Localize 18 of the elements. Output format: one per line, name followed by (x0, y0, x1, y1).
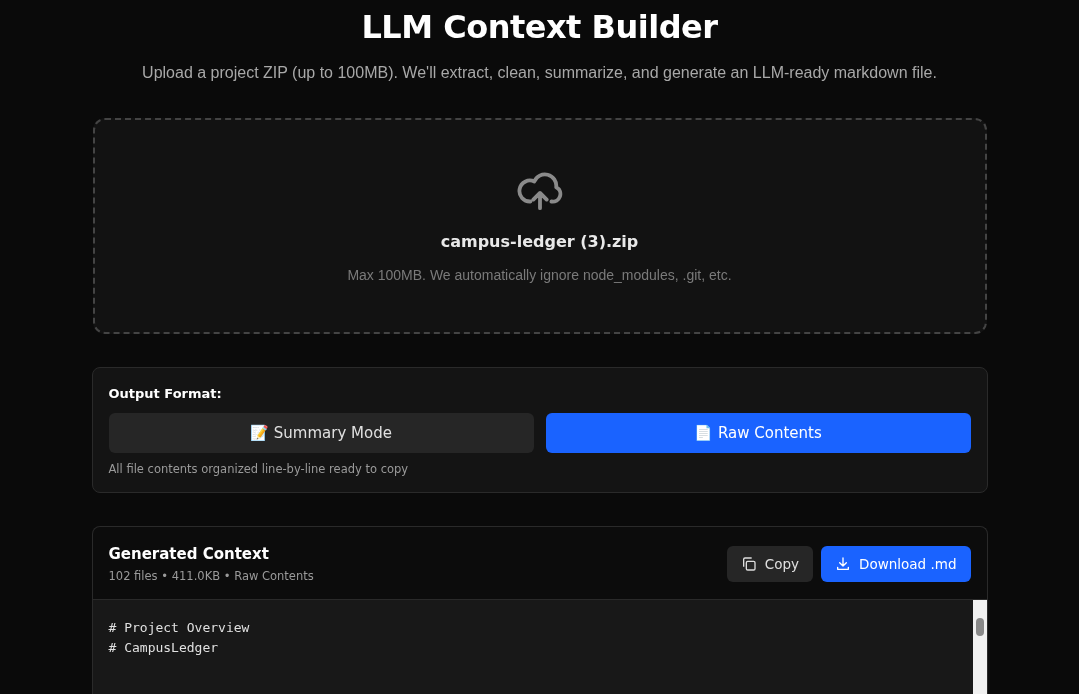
page-title: LLM Context Builder (361, 8, 718, 46)
format-description: All file contents organized line-by-line ready to copy (108, 462, 410, 476)
download-icon (835, 556, 852, 572)
copy-icon (740, 556, 757, 572)
cloud-upload-icon (516, 170, 563, 212)
file-name: campus-ledger (3).zip (440, 232, 639, 251)
upload-dropzone[interactable]: campus-ledger (3).zip Max 100MB. We automatically ignore node_modules, .git, etc. (92, 118, 987, 334)
format-option-button[interactable]: 📄 Raw Contents (545, 413, 971, 453)
copy-button[interactable]: Copy (726, 546, 814, 582)
panel-title: Generated Context (108, 545, 270, 563)
upload-hint: Max 100MB. We automatically ignore node_modules, .git, etc. (347, 267, 732, 283)
format-option-button[interactable]: 📝 Summary Mode (108, 413, 534, 453)
download-button[interactable]: Download .md (821, 546, 971, 582)
code-line: # Project Overview (108, 619, 251, 637)
output-format-label: Output Format: (108, 386, 223, 401)
page-subtitle: Upload a project ZIP (up to 100MB). We'll extract, clean, summarize, and generate an LLM-ready markdown file. (142, 64, 937, 82)
code-line: # CampusLedger (108, 639, 220, 657)
file-stats: 102 files • 411.0KB • Raw Contents (108, 569, 314, 583)
